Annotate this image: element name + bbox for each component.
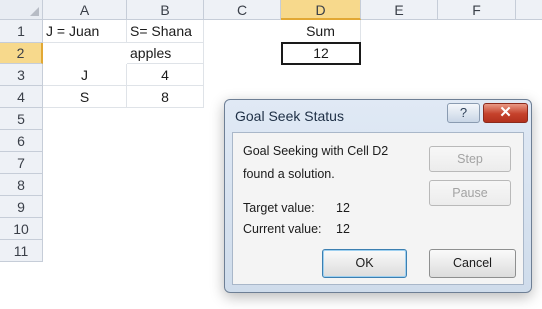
column-header-f[interactable]: F: [438, 0, 516, 20]
close-button[interactable]: ✕: [483, 103, 528, 123]
column-header-d[interactable]: D: [281, 0, 361, 20]
dialog-title: Goal Seek Status: [235, 108, 344, 124]
column-header-a[interactable]: A: [43, 0, 127, 20]
row-header-5[interactable]: 5: [0, 108, 43, 130]
cell-a3[interactable]: J: [43, 64, 127, 86]
row-header-10[interactable]: 10: [0, 218, 43, 240]
cell-a1[interactable]: J = Juan: [43, 20, 127, 43]
cell-a4[interactable]: S: [43, 86, 127, 108]
current-value: 12: [336, 222, 350, 236]
row-header-3[interactable]: 3: [0, 64, 43, 86]
row-header-7[interactable]: 7: [0, 152, 43, 174]
dialog-body: Goal Seeking with Cell D2 found a soluti…: [232, 132, 524, 285]
cell-b2[interactable]: apples: [127, 43, 204, 64]
row-header-2[interactable]: 2: [0, 43, 43, 64]
column-header-c[interactable]: C: [204, 0, 281, 20]
step-button[interactable]: Step: [429, 146, 511, 172]
target-value: 12: [336, 201, 350, 215]
row-header-6[interactable]: 6: [0, 130, 43, 152]
cell-b1[interactable]: S= Shana: [127, 20, 204, 43]
goal-seek-status-dialog: Goal Seek Status ? ✕ Goal Seeking with C…: [224, 99, 532, 293]
cell-d1[interactable]: Sum: [281, 20, 361, 43]
cancel-button[interactable]: Cancel: [429, 249, 516, 278]
row-header-8[interactable]: 8: [0, 174, 43, 196]
pause-button[interactable]: Pause: [429, 180, 511, 206]
help-button[interactable]: ?: [447, 103, 480, 123]
select-all-icon: [30, 7, 39, 16]
row-header-1[interactable]: 1: [0, 20, 43, 43]
row-header-4[interactable]: 4: [0, 86, 43, 108]
cell-b4[interactable]: 8: [127, 86, 204, 108]
cell-b3[interactable]: 4: [127, 64, 204, 86]
current-value-label: Current value:: [243, 222, 322, 236]
select-all-corner[interactable]: [0, 0, 43, 20]
status-message-line1: Goal Seeking with Cell D2: [243, 144, 389, 158]
status-message-line2: found a solution.: [243, 167, 335, 181]
row-header-11[interactable]: 11: [0, 240, 43, 262]
cell-d2-active[interactable]: 12: [281, 42, 361, 65]
column-header-b[interactable]: B: [127, 0, 204, 20]
column-header-e[interactable]: E: [361, 0, 438, 20]
ok-button[interactable]: OK: [322, 249, 407, 278]
target-value-label: Target value:: [243, 201, 315, 215]
column-header-g[interactable]: [516, 0, 542, 20]
row-header-9[interactable]: 9: [0, 196, 43, 218]
